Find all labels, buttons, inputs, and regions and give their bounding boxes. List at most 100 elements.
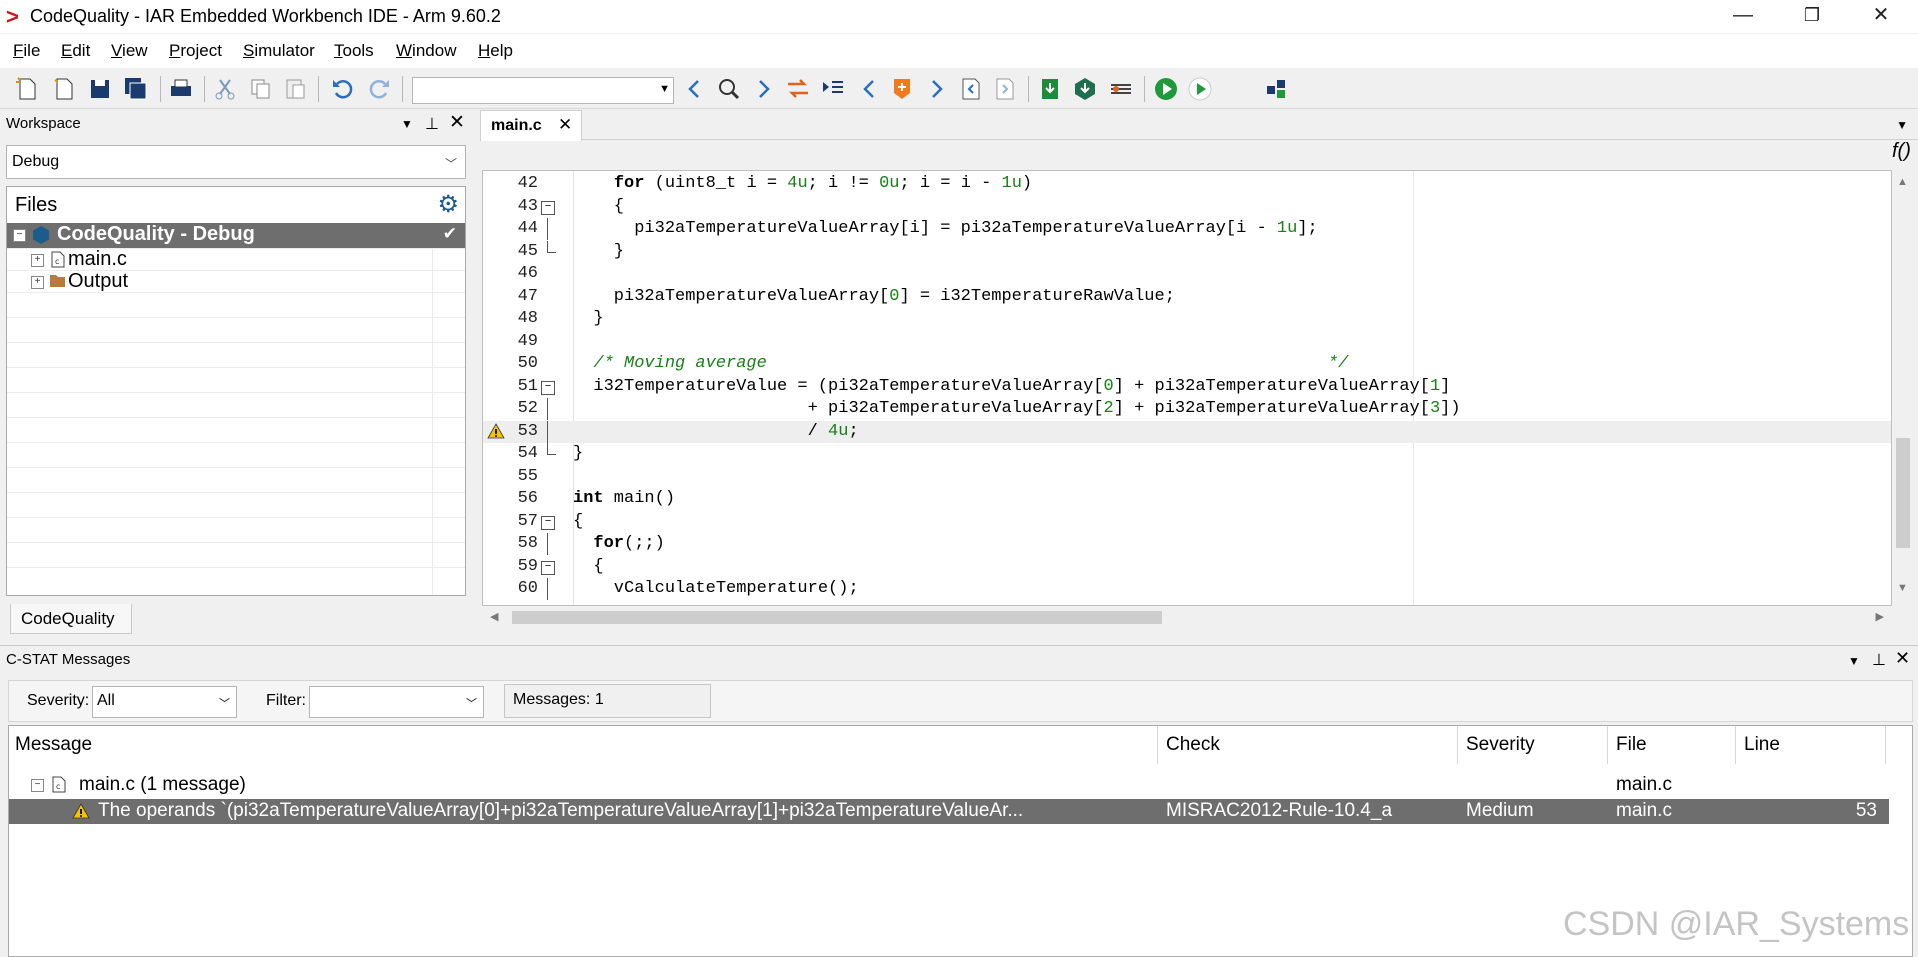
fold-icon[interactable]: − — [541, 200, 555, 215]
debug-icon[interactable] — [1264, 76, 1290, 102]
search-combo[interactable]: ▼ — [412, 77, 674, 104]
code-line[interactable]: 45 } — [483, 240, 1891, 263]
menu-file[interactable]: File — [13, 41, 40, 61]
code-line[interactable]: 42 for (uint8_t i = 4u; i != 0u; i = i -… — [483, 173, 1891, 195]
menu-help[interactable]: Help — [478, 41, 513, 61]
paste-icon[interactable] — [282, 76, 308, 102]
find-icon[interactable] — [716, 76, 742, 102]
gear-icon[interactable]: ⚙ — [437, 190, 459, 219]
code-line[interactable]: 57− { — [483, 511, 1891, 533]
scroll-down-icon[interactable]: ▼ — [1897, 582, 1908, 594]
pin-icon[interactable]: ⊥ — [1872, 650, 1886, 670]
nav-back-icon[interactable] — [857, 76, 883, 102]
tab-workspace-codequality[interactable]: CodeQuality — [10, 604, 132, 634]
bookmark-icon[interactable] — [889, 76, 915, 102]
menu-simulator[interactable]: Simulator — [243, 41, 315, 61]
replace-icon[interactable] — [785, 76, 811, 102]
vertical-scrollbar[interactable]: ▲ ▼ — [1892, 170, 1914, 606]
scroll-thumb[interactable] — [512, 611, 1162, 624]
menu-window[interactable]: Window — [396, 41, 456, 61]
code-line[interactable]: 59− { — [483, 556, 1891, 578]
tab-list-icon[interactable]: ▼ — [1896, 118, 1908, 132]
menu-tools[interactable]: Tools — [334, 41, 374, 61]
fold-icon[interactable]: − — [541, 380, 555, 395]
code-line[interactable]: 48 } — [483, 308, 1891, 330]
code-line[interactable]: 49 — [483, 331, 1891, 353]
expand-icon[interactable]: + — [31, 254, 44, 267]
new-file-icon[interactable] — [14, 76, 40, 102]
find-prev-icon[interactable] — [682, 76, 708, 102]
panel-menu-icon[interactable]: ▼ — [1848, 654, 1860, 668]
function-nav-icon[interactable]: f() — [1892, 140, 1911, 163]
collapse-icon[interactable]: − — [13, 229, 26, 242]
minimize-button[interactable]: — — [1709, 0, 1777, 33]
scroll-left-icon[interactable]: ◀ — [490, 610, 498, 623]
severity-select[interactable]: All ﹀ — [92, 686, 237, 718]
filter-select[interactable]: ﹀ — [309, 686, 484, 718]
code-line[interactable]: 52 + pi32aTemperatureValueArray[2] + pi3… — [483, 398, 1891, 420]
code-line[interactable]: 46 — [483, 263, 1891, 285]
chevron-down-icon[interactable]: ▼ — [659, 83, 670, 95]
column-header-check[interactable]: Check — [1166, 734, 1220, 756]
collapse-icon[interactable]: − — [31, 779, 44, 792]
code-line[interactable]: 56 int main() — [483, 488, 1891, 510]
code-line[interactable]: 47 pi32aTemperatureValueArray[0] = i32Te… — [483, 286, 1891, 308]
fold-icon[interactable]: − — [541, 560, 555, 575]
code-line[interactable]: 50 /* Moving average */ — [483, 353, 1891, 375]
tree-item-main-c[interactable]: + c main.c — [7, 248, 427, 270]
message-group-row[interactable]: − c main.c (1 message) main.c — [9, 773, 1889, 798]
close-panel-icon[interactable]: ✕ — [1895, 648, 1910, 669]
close-window-button[interactable]: ✕ — [1847, 0, 1915, 33]
expand-icon[interactable]: + — [31, 276, 44, 289]
code-line[interactable]: 51− i32TemperatureValue = (pi32aTemperat… — [483, 376, 1891, 398]
scroll-up-icon[interactable]: ▲ — [1897, 176, 1908, 188]
close-panel-icon[interactable]: ✕ — [449, 111, 465, 134]
menu-view[interactable]: View — [111, 41, 148, 61]
pin-icon[interactable]: ⊥ — [425, 114, 439, 134]
run-icon[interactable] — [1187, 76, 1213, 102]
menu-edit[interactable]: Edit — [61, 41, 90, 61]
download-icon[interactable] — [1037, 76, 1063, 102]
save-icon[interactable] — [87, 76, 113, 102]
code-line[interactable]: 55 — [483, 466, 1891, 488]
warning-icon[interactable] — [487, 422, 505, 439]
new-doc-icon[interactable] — [51, 76, 77, 102]
menu-project[interactable]: Project — [169, 41, 222, 61]
breakpoint-icon[interactable] — [1108, 76, 1134, 102]
project-node[interactable]: − CodeQuality - Debug ✔ — [7, 223, 465, 248]
undo-icon[interactable] — [330, 76, 356, 102]
message-row[interactable]: The operands `(pi32aTemperatureValueArra… — [9, 799, 1889, 824]
code-line[interactable]: 58 for(;;) — [483, 533, 1891, 555]
nav-forward-icon[interactable] — [923, 76, 949, 102]
copy-icon[interactable] — [248, 76, 274, 102]
column-header-file[interactable]: File — [1616, 734, 1647, 756]
redo-icon[interactable] — [366, 76, 392, 102]
configuration-select[interactable]: Debug ﹀ — [6, 145, 466, 179]
goto-icon[interactable] — [820, 76, 846, 102]
fold-icon[interactable]: − — [541, 515, 555, 530]
code-line[interactable]: 54} — [483, 443, 1891, 465]
cut-icon[interactable] — [212, 76, 238, 102]
restore-button[interactable]: ❐ — [1778, 0, 1846, 33]
find-next-icon[interactable] — [750, 76, 776, 102]
close-tab-icon[interactable]: ✕ — [558, 115, 572, 135]
column-header-line[interactable]: Line — [1744, 734, 1780, 756]
code-line[interactable]: 43− { — [483, 196, 1891, 218]
scroll-right-icon[interactable]: ▶ — [1876, 610, 1884, 623]
download-debug-icon[interactable] — [1072, 76, 1098, 102]
save-all-icon[interactable] — [123, 76, 149, 102]
next-bookmark-icon[interactable] — [992, 76, 1018, 102]
tab-main-c[interactable]: main.c ✕ — [480, 110, 582, 141]
code-line[interactable]: 44 pi32aTemperatureValueArray[i] = pi32a… — [483, 218, 1891, 240]
code-line[interactable]: 60 vCalculateTemperature(); — [483, 578, 1891, 600]
scroll-thumb[interactable] — [1896, 438, 1910, 548]
print-icon[interactable] — [168, 76, 194, 102]
column-header-message[interactable]: Message — [15, 734, 92, 756]
column-header-severity[interactable]: Severity — [1466, 734, 1535, 756]
code-editor[interactable]: 42 for (uint8_t i = 4u; i != 0u; i = i -… — [482, 170, 1892, 606]
prev-bookmark-icon[interactable] — [958, 76, 984, 102]
horizontal-scrollbar[interactable]: ◀ ▶ — [482, 606, 1892, 628]
panel-menu-icon[interactable]: ▼ — [401, 117, 413, 131]
make-icon[interactable] — [1153, 76, 1179, 102]
tree-item-output[interactable]: + Output — [7, 270, 427, 292]
